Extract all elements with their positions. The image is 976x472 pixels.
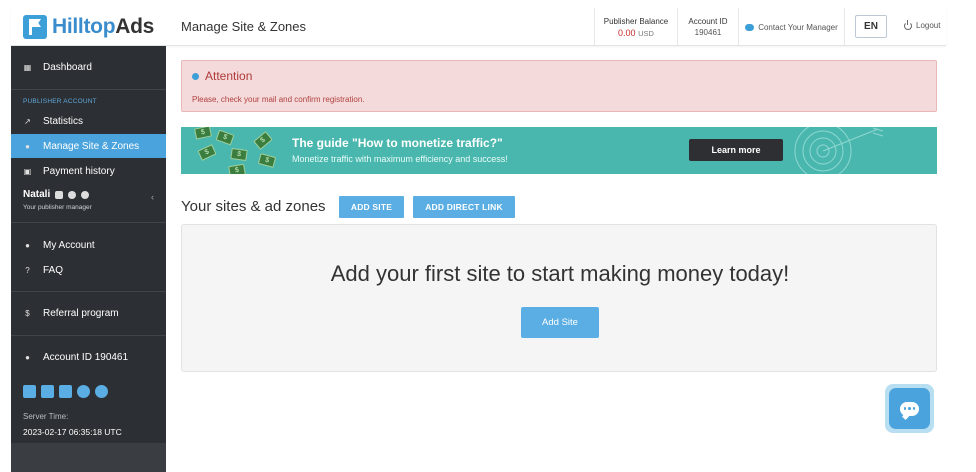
sidebar-item-label: FAQ <box>43 264 64 276</box>
logout-button[interactable]: Logout <box>904 19 941 30</box>
manager-name-text: Natali <box>23 189 51 200</box>
sidebar-item-payment-history[interactable]: ▣ Payment history <box>11 162 166 180</box>
sidebar-item-label: Account ID 190461 <box>43 351 129 363</box>
twitter-icon[interactable] <box>77 385 90 398</box>
balance-value: 0.00 USD <box>618 27 654 38</box>
mail-icon[interactable] <box>55 190 64 199</box>
banner-subtitle: Monetize traffic with maximum efficiency… <box>292 154 508 164</box>
chart-icon: ↗ <box>24 116 31 126</box>
money-bill-icon: $ <box>228 163 246 174</box>
money-bill-icon: $ <box>197 144 217 161</box>
telegram-icon[interactable] <box>95 385 108 398</box>
linkedin-icon[interactable] <box>41 385 54 398</box>
info-icon <box>192 72 199 80</box>
user-icon: ● <box>25 240 30 250</box>
alert-title-text: Attention <box>205 69 253 83</box>
sidebar-item-manage-sites[interactable]: ● Manage Site & Zones <box>11 134 166 158</box>
instagram-icon[interactable] <box>59 385 72 398</box>
sidebar-item-label: Dashboard <box>43 61 92 73</box>
account-label: Account ID <box>688 17 728 26</box>
top-header: HilltopAds Manage Site & Zones Publisher… <box>11 8 946 46</box>
sidebar-item-dashboard[interactable]: ▦ Dashboard <box>11 58 166 76</box>
sidebar-item-label: My Account <box>43 239 95 251</box>
chat-widget-inner <box>889 388 930 429</box>
chat-widget-button[interactable] <box>885 384 934 433</box>
sidebar-item-statistics[interactable]: ↗ Statistics <box>11 112 166 130</box>
dot <box>908 407 911 410</box>
sidebar-item-referral[interactable]: $ Referral program <box>11 304 166 322</box>
sidebar-item-faq[interactable]: ? FAQ <box>11 261 166 279</box>
balance-label: Publisher Balance <box>603 16 669 26</box>
empty-state-message: Add your first site to start making mone… <box>330 261 790 286</box>
dot <box>912 407 916 410</box>
grid-icon: ▦ <box>23 62 32 72</box>
money-bill-icon: $ <box>257 153 277 168</box>
sites-section-title: Your sites & ad zones <box>181 198 326 215</box>
sidebar-divider <box>11 222 166 223</box>
add-direct-link-button[interactable]: ADD DIRECT LINK <box>413 196 515 218</box>
sidebar-item-label: Statistics <box>43 115 84 127</box>
add-site-cta-button[interactable]: Add Site <box>521 307 599 338</box>
question-icon: ? <box>25 265 30 275</box>
sidebar-item-my-account[interactable]: ● My Account <box>11 236 166 254</box>
logout-label: Logout <box>916 21 941 30</box>
target-icon <box>794 127 884 174</box>
sidebar-section-label: PUBLISHER ACCOUNT <box>23 98 97 105</box>
money-bill-icon: $ <box>230 147 248 162</box>
sidebar-item-account-id: ● Account ID 190461 <box>11 348 166 366</box>
add-site-button[interactable]: ADD SITE <box>339 196 404 218</box>
account-id-block: Account ID 190461 <box>677 8 738 46</box>
sidebar-divider <box>11 89 166 90</box>
alert-message: Please, check your mail and confirm regi… <box>192 95 365 104</box>
banner-title: The guide "How to monetize traffic?" <box>292 136 503 150</box>
wallet-icon: ▣ <box>23 166 32 176</box>
sidebar: ▦ Dashboard PUBLISHER ACCOUNT ↗ Statisti… <box>11 46 166 472</box>
manager-subtitle: Your publisher manager <box>23 204 92 211</box>
server-time-value: 2023-02-17 06:35:18 UTC <box>23 427 122 437</box>
header-divider <box>844 8 845 46</box>
dollar-icon: $ <box>25 308 30 318</box>
brand-name: HilltopAds <box>52 15 154 38</box>
sidebar-footer <box>11 443 166 472</box>
attention-alert: Attention Please, check your mail and co… <box>181 60 937 112</box>
contact-manager-link[interactable]: Contact Your Manager <box>738 8 844 46</box>
sidebar-divider <box>11 291 166 292</box>
skype-icon[interactable] <box>68 190 77 199</box>
telegram-icon[interactable] <box>81 190 90 199</box>
globe-icon: ● <box>25 141 30 151</box>
flag-logo-icon <box>23 15 47 39</box>
contact-manager-label: Contact Your Manager <box>758 22 838 32</box>
server-time-label: Server Time: <box>23 412 69 421</box>
money-bill-icon: $ <box>253 131 273 150</box>
publisher-balance: Publisher Balance 0.00 USD <box>594 8 677 46</box>
empty-sites-panel: Add your first site to start making mone… <box>181 224 937 372</box>
page-title: Manage Site & Zones <box>181 19 307 34</box>
sidebar-item-label: Referral program <box>43 307 119 319</box>
account-value: 190461 <box>694 28 722 37</box>
chat-icon <box>745 23 755 31</box>
manager-name: Natali <box>23 189 90 200</box>
alert-title: Attention <box>192 69 252 83</box>
guide-banner[interactable]: $ $ $ $ $ $ $ The guide "How to monetize… <box>181 127 937 174</box>
facebook-icon[interactable] <box>23 385 36 398</box>
chat-bubble-icon <box>900 401 919 416</box>
dot <box>903 407 907 410</box>
sidebar-item-label: Manage Site & Zones <box>43 140 140 152</box>
money-bill-icon: $ <box>194 127 212 140</box>
user-icon: ● <box>25 352 30 362</box>
money-bill-icon: $ <box>215 129 235 146</box>
brand-logo[interactable]: HilltopAds <box>11 8 166 46</box>
learn-more-button[interactable]: Learn more <box>689 139 783 161</box>
chevron-left-icon[interactable]: ‹ <box>151 192 154 202</box>
power-icon <box>904 19 912 30</box>
sidebar-item-label: Payment history <box>43 165 115 177</box>
sidebar-divider <box>11 335 166 336</box>
language-button[interactable]: EN <box>855 15 887 38</box>
social-links <box>23 385 113 398</box>
